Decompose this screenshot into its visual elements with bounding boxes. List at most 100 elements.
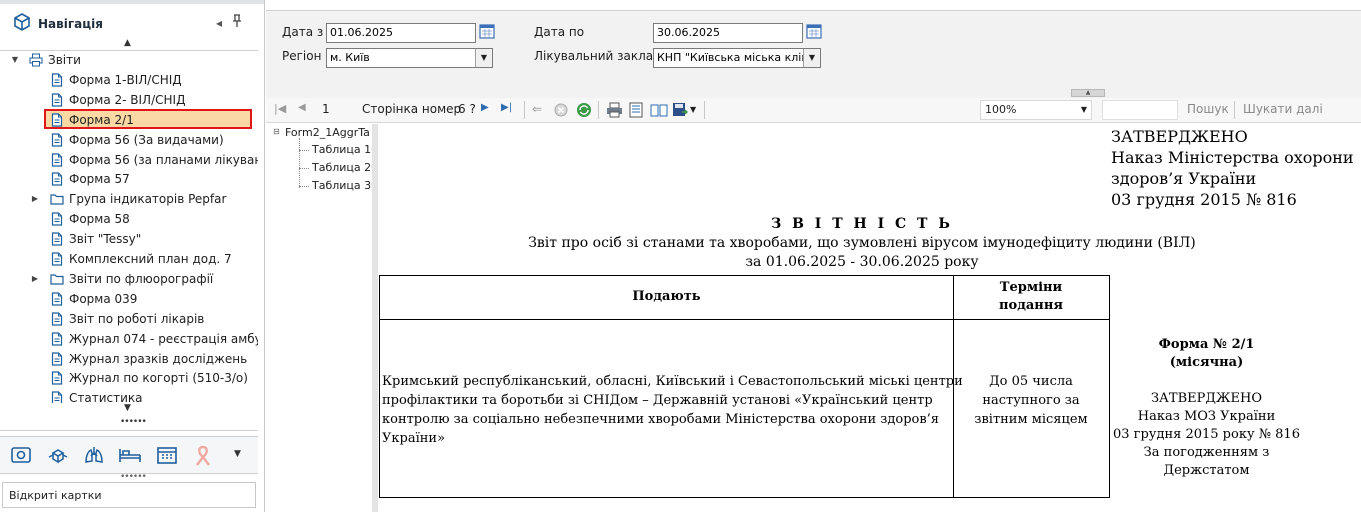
- open-cards-panel[interactable]: Відкриті картки: [2, 482, 256, 508]
- document-icon: [51, 351, 63, 366]
- form-agreement-org: Держстатом: [1163, 463, 1250, 478]
- next-page-icon[interactable]: ▶: [481, 102, 489, 113]
- form-spacer: [1110, 372, 1303, 390]
- document-map-item[interactable]: Таблица 20: [312, 161, 372, 174]
- document-icon: [51, 152, 63, 167]
- approval-line: Наказ Міністерства охорони: [1111, 148, 1354, 167]
- tree-report-item[interactable]: Журнал 074 - реєстрація амбулат: [0, 329, 258, 349]
- column-header-submit: Подають: [632, 289, 701, 304]
- region-select-value: м. Київ: [330, 51, 370, 64]
- tree-folder-item[interactable]: ▶ Звіти по флюорографії: [0, 269, 256, 289]
- stop-icon[interactable]: [554, 103, 568, 117]
- document-map-item[interactable]: Таблица 30: [312, 179, 372, 192]
- zoom-select[interactable]: 100% ▼: [980, 100, 1092, 120]
- document-map-root[interactable]: Form2_1AggrTa: [285, 126, 370, 139]
- calendar-picker-icon[interactable]: [806, 23, 822, 39]
- submitter-line: Кримський республіканський, обласні, Киї…: [382, 374, 963, 389]
- submitter-line: контролю за соціально небезпечними хворо…: [382, 412, 940, 427]
- tree-item-label: Звіт по роботі лікарів: [69, 311, 205, 326]
- tree-collapse-icon[interactable]: ⊟: [273, 127, 280, 136]
- toolbar-divider: [1234, 101, 1235, 119]
- toolbar-divider: [704, 101, 705, 119]
- form-periodicity: (місячна): [1169, 355, 1244, 370]
- tree-group-reports[interactable]: ▼ Звіти: [0, 50, 256, 70]
- tree-report-item[interactable]: Звіт "Tessy": [0, 229, 256, 249]
- last-page-icon[interactable]: ▶|: [501, 102, 512, 113]
- tree-report-item[interactable]: Форма 56 (за планами лікування): [0, 150, 258, 170]
- search-next-button[interactable]: Шукати далі: [1243, 102, 1323, 116]
- current-page-input[interactable]: 1: [322, 102, 330, 116]
- tree-report-item[interactable]: Форма 039: [0, 289, 256, 309]
- previous-page-icon[interactable]: ◀: [298, 102, 306, 113]
- filter-panel-collapse-button[interactable]: ▲: [1071, 89, 1105, 97]
- tree-item-label: Журнал по когорті (510-3/о): [69, 371, 248, 386]
- camera-box-icon[interactable]: [10, 445, 32, 465]
- tree-report-item[interactable]: Форма 1-ВІЛ/СНІД: [0, 70, 256, 90]
- export-dropdown-icon[interactable]: ▼: [690, 105, 696, 114]
- chevron-down-icon[interactable]: ▼: [1081, 101, 1087, 119]
- lungs-icon[interactable]: [83, 444, 105, 466]
- form-order: Наказ МОЗ України: [1137, 409, 1276, 424]
- tree-folder-item[interactable]: ▶ Група індикаторів Pepfar: [0, 189, 256, 209]
- tree-collapsed-icon[interactable]: ▶: [29, 189, 41, 209]
- tree-item-label: Статистика: [69, 391, 143, 403]
- tree-item-label: Форма 2/1: [69, 112, 134, 127]
- nav-resize-grip[interactable]: ••••••: [120, 472, 147, 482]
- document-map-item[interactable]: Таблица 10: [312, 143, 372, 156]
- report-filters: Дата з 01.06.2025 Дата по 30.06.2025 Рег…: [266, 10, 1361, 99]
- facility-select-value: КНП "Київська міська клін: [657, 51, 809, 64]
- chevron-down-icon[interactable]: ▼: [475, 49, 492, 67]
- document-icon: [51, 73, 63, 87]
- tree-collapsed-icon[interactable]: ▶: [29, 269, 41, 289]
- search-text-input[interactable]: [1102, 100, 1178, 120]
- tree-report-item[interactable]: Комплексний план дод. 7: [0, 249, 256, 269]
- tree-report-item[interactable]: Форма 58: [0, 209, 256, 229]
- more-modules-dropdown-icon[interactable]: ▼: [234, 449, 241, 459]
- first-page-icon[interactable]: |◀: [274, 102, 286, 115]
- date-from-input[interactable]: 01.06.2025: [326, 23, 476, 43]
- book-icon[interactable]: [650, 102, 668, 118]
- toolbar-divider: [524, 101, 525, 119]
- region-select[interactable]: м. Київ ▼: [326, 48, 493, 68]
- document-icon: [51, 212, 63, 226]
- tree-report-item[interactable]: Форма 57: [0, 169, 256, 189]
- cubes-icon[interactable]: [47, 444, 69, 466]
- print-icon[interactable]: [606, 102, 623, 118]
- bed-icon[interactable]: [118, 445, 142, 465]
- tree-report-item[interactable]: Звіт по роботі лікарів: [0, 309, 256, 329]
- document-map-splitter[interactable]: [372, 124, 378, 512]
- form-info-block: Форма № 2/1 (місячна) ЗАТВЕРДЖЕНО Наказ …: [1110, 336, 1303, 480]
- calendar-picker-icon[interactable]: [479, 23, 495, 39]
- approval-line: здоров’я України: [1111, 169, 1257, 188]
- refresh-icon[interactable]: [576, 102, 592, 118]
- tree-report-item[interactable]: Статистика: [0, 388, 256, 403]
- awareness-ribbon-icon[interactable]: [193, 443, 213, 467]
- calendar-icon[interactable]: [156, 445, 178, 465]
- terms-text: До 05 числа наступного за звітним місяце…: [953, 372, 1109, 429]
- search-button[interactable]: Пошук: [1187, 102, 1229, 116]
- page-setup-icon[interactable]: [628, 102, 644, 118]
- tree-report-item[interactable]: Форма 2- ВІЛ/СНІД: [0, 90, 256, 110]
- tree-report-item[interactable]: Журнал по когорті (510-3/о): [0, 368, 256, 388]
- column-header-line: Терміни: [999, 280, 1063, 295]
- approval-line: 03 грудня 2015 № 816: [1111, 190, 1297, 209]
- document-icon: [51, 132, 63, 147]
- tree-item-label: Комплексний план дод. 7: [69, 252, 232, 266]
- facility-select[interactable]: КНП "Київська міська клін ▼: [653, 48, 821, 68]
- date-to-input[interactable]: 30.06.2025: [653, 23, 803, 43]
- tree-report-item[interactable]: Форма 56 (За видачами): [0, 130, 256, 150]
- tree-item-label: Форма 56 (За видачами): [69, 132, 224, 147]
- tree-report-item[interactable]: Журнал зразків досліджень: [0, 349, 256, 369]
- tree-expanded-icon[interactable]: ▼: [9, 50, 21, 70]
- back-icon[interactable]: ⇐: [532, 102, 542, 116]
- nav-resize-grip[interactable]: ••••••: [120, 417, 147, 427]
- export-icon[interactable]: [672, 102, 688, 118]
- tree-item-label: Форма 56 (за планами лікування): [69, 152, 258, 167]
- tree-item-label: Звіти: [48, 53, 81, 67]
- nav-scroll-down-button[interactable]: ▼: [124, 403, 131, 413]
- tree-report-item[interactable]: Форма 2/1: [0, 110, 256, 130]
- tree-item-label: Форма 2- ВІЛ/СНІД: [69, 92, 186, 107]
- chevron-down-icon[interactable]: ▼: [803, 49, 820, 67]
- submitter-line: профілактики та боротьби зі СНІДом – Дер…: [382, 393, 933, 408]
- tree-item-label: Звіт "Tessy": [69, 232, 142, 247]
